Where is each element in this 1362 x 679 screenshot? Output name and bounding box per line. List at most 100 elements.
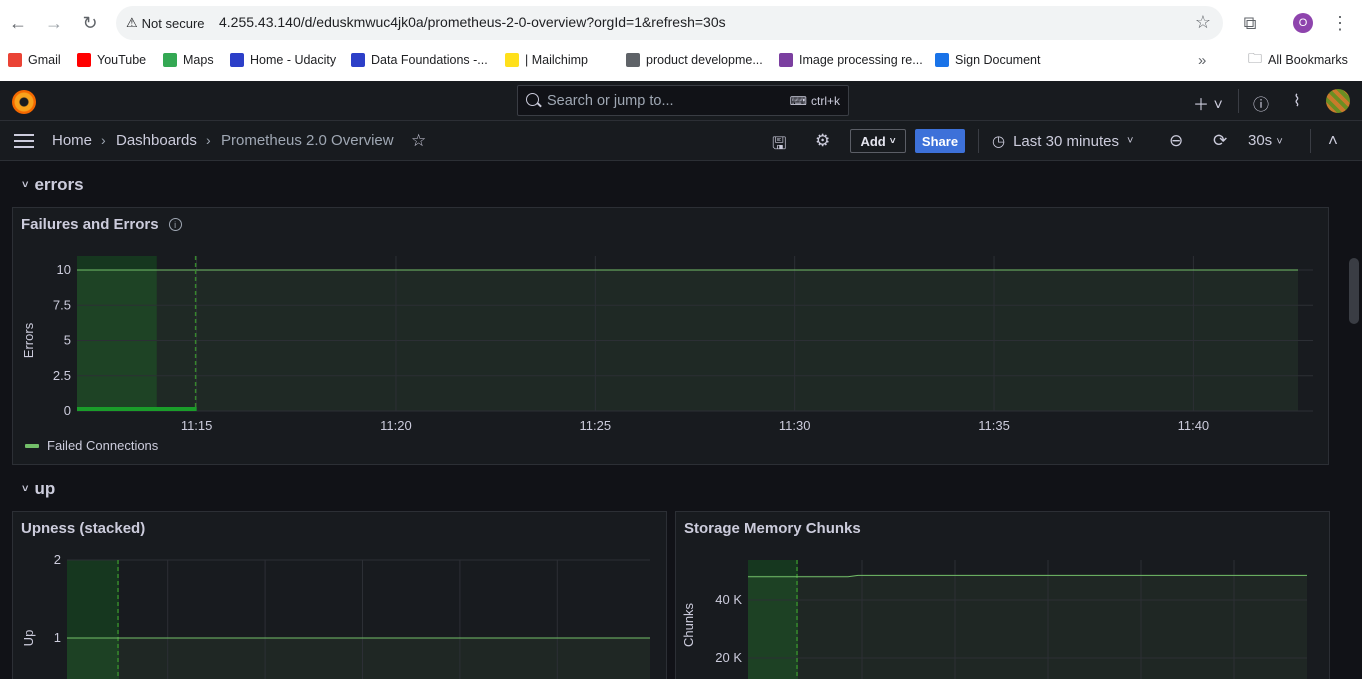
globe-icon (626, 53, 640, 67)
x-tick-label: 11:25 (580, 418, 612, 433)
browser-menu-icon[interactable]: ⋮ (1327, 10, 1353, 36)
profile-avatar[interactable]: O (1293, 13, 1313, 33)
y-tick-label: 7.5 (53, 297, 71, 312)
address-bar[interactable]: ⚠ Not secure 4.255.43.140/d/eduskmwuc4jk… (116, 6, 1223, 40)
reload-icon[interactable]: ↻ (77, 10, 103, 36)
search-shortcut: ⌨ ctrl+k (789, 94, 840, 108)
url-text[interactable]: 4.255.43.140/d/eduskmwuc4jk0a/prometheus… (219, 14, 726, 30)
warning-icon: ⚠ (126, 15, 138, 30)
udacity-icon (351, 53, 365, 67)
y-tick-label: 40 K (715, 592, 742, 607)
youtube-icon (77, 53, 91, 67)
news-rss-icon[interactable]: ⌇ (1293, 91, 1301, 111)
bookmark-8[interactable]: Image processing re... (779, 50, 923, 70)
panel-failures-and-errors[interactable]: Failures and Errors i 0 2.5 5 7.5 10 11:15 11:… (12, 207, 1329, 465)
sign-icon (935, 53, 949, 67)
breadcrumb-dashboards[interactable]: Dashboards (116, 132, 197, 149)
panel-storage-memory-chunks[interactable]: Storage Memory Chunks 20 K 40 K Chunks (675, 511, 1330, 679)
bookmark-9[interactable]: Sign Document (935, 50, 1040, 70)
extensions-icon[interactable]: ⧉ (1237, 10, 1263, 36)
y-tick-label: 0 (64, 403, 71, 418)
help-icon[interactable]: ⓘ (1253, 91, 1269, 115)
refresh-interval-picker[interactable]: 30s ˅ (1248, 132, 1283, 149)
search-input[interactable]: Search or jump to... ⌨ ctrl+k (517, 85, 849, 116)
scrollbar-thumb[interactable] (1349, 258, 1359, 324)
storage-chart: 20 K 40 K Chunks (681, 560, 1307, 679)
time-range-picker[interactable]: ◷ Last 30 minutes ˅ (992, 132, 1133, 151)
chevron-down-icon: ˅ (889, 135, 896, 147)
upness-chart: 1 2 Up (21, 552, 650, 679)
dashboard-navbar: Home › Dashboards › Prometheus 2.0 Overv… (0, 121, 1362, 161)
x-tick-label: 11:30 (779, 418, 811, 433)
bookmark-star-icon[interactable]: ☆ (1195, 12, 1211, 33)
search-placeholder: Search or jump to... (547, 93, 674, 109)
udacity-icon (230, 53, 244, 67)
x-tick-label: 11:40 (1178, 418, 1210, 433)
mailchimp-icon (505, 53, 519, 67)
y-axis-label: Chunks (681, 602, 696, 647)
keyboard-icon: ⌨ (789, 94, 807, 108)
forward-icon[interactable]: → (41, 10, 67, 36)
bookmark-2[interactable]: YouTube (77, 50, 146, 70)
breadcrumb-current: Prometheus 2.0 Overview (221, 132, 394, 149)
y-tick-label: 1 (54, 630, 61, 645)
settings-gear-icon[interactable]: ⚙ (815, 131, 830, 151)
grafana-logo-icon[interactable] (12, 90, 36, 114)
y-tick-label: 5 (64, 333, 71, 348)
favorite-star-icon[interactable]: ☆ (411, 131, 426, 151)
share-button[interactable]: Share (915, 129, 965, 153)
bookmarks-bar: » 🗀 All Bookmarks Gmail YouTube Maps Home -… (0, 48, 1362, 72)
search-icon (526, 93, 539, 106)
x-tick-label: 11:35 (978, 418, 1010, 433)
back-icon[interactable]: ← (5, 10, 31, 36)
jpg-icon (779, 53, 793, 67)
bookmark-5[interactable]: Data Foundations -... (351, 50, 488, 70)
y-tick-label: 2.5 (53, 368, 71, 383)
security-chip[interactable]: ⚠ Not secure (126, 14, 205, 32)
row-header-up[interactable]: ˅ up (22, 479, 55, 499)
folder-icon: 🗀 (1248, 50, 1262, 66)
all-bookmarks[interactable]: 🗀 All Bookmarks (1248, 50, 1348, 70)
chevron-down-icon: ˅ (1276, 136, 1283, 148)
chevron-down-icon: ˅ (22, 483, 29, 495)
series-area (748, 575, 1307, 679)
divider (1310, 129, 1311, 153)
bookmarks-overflow[interactable]: » (1198, 50, 1206, 70)
series-area (67, 638, 650, 679)
collapse-chevron-up-icon[interactable]: ˄ (1328, 131, 1338, 151)
panel-upness-stacked[interactable]: Upness (stacked) 1 2 Up (12, 511, 667, 679)
breadcrumb-chevron-icon: › (206, 132, 211, 148)
y-tick-label: 20 K (715, 650, 742, 665)
grafana-topbar: Search or jump to... ⌨ ctrl+k ＋ ˅ ⓘ ⌇ (0, 81, 1362, 121)
y-tick-label: 2 (54, 552, 61, 567)
add-button[interactable]: Add ˅ (850, 129, 906, 153)
breadcrumb-home[interactable]: Home (52, 132, 92, 149)
legend-item[interactable]: Failed Connections (25, 438, 158, 453)
bookmark-1[interactable]: Gmail (8, 50, 61, 70)
divider (978, 129, 979, 153)
gmail-icon (8, 53, 22, 67)
y-axis-label: Errors (21, 322, 36, 358)
bookmark-7[interactable]: product developme... (626, 50, 763, 70)
y-tick-label: 10 (57, 262, 71, 277)
breadcrumb-chevron-icon: › (101, 132, 106, 148)
legend-swatch (25, 443, 39, 448)
row-header-errors[interactable]: ˅ errors (22, 175, 84, 195)
menu-icon[interactable] (14, 134, 34, 148)
new-plus-icon[interactable]: ＋ ˅ (1193, 91, 1223, 115)
zoom-out-icon[interactable]: ⊖ (1169, 131, 1183, 151)
browser-chrome: ← → ↻ ⚠ Not secure 4.255.43.140/d/eduskm… (0, 0, 1362, 81)
user-avatar[interactable] (1326, 89, 1350, 113)
clock-icon: ◷ (992, 133, 1006, 150)
divider (1238, 89, 1239, 113)
maps-icon (163, 53, 177, 67)
y-axis-label: Up (21, 630, 36, 647)
scrollbar[interactable] (1346, 161, 1362, 679)
address-row: ← → ↻ ⚠ Not secure 4.255.43.140/d/eduskm… (0, 0, 1362, 46)
bookmark-4[interactable]: Home - Udacity (230, 50, 336, 70)
refresh-icon[interactable]: ⟳ (1213, 131, 1227, 151)
bookmark-6[interactable]: | Mailchimp (505, 50, 588, 70)
bookmark-3[interactable]: Maps (163, 50, 214, 70)
save-icon[interactable]: 🖫 (772, 131, 786, 160)
x-tick-label: 11:20 (380, 418, 412, 433)
